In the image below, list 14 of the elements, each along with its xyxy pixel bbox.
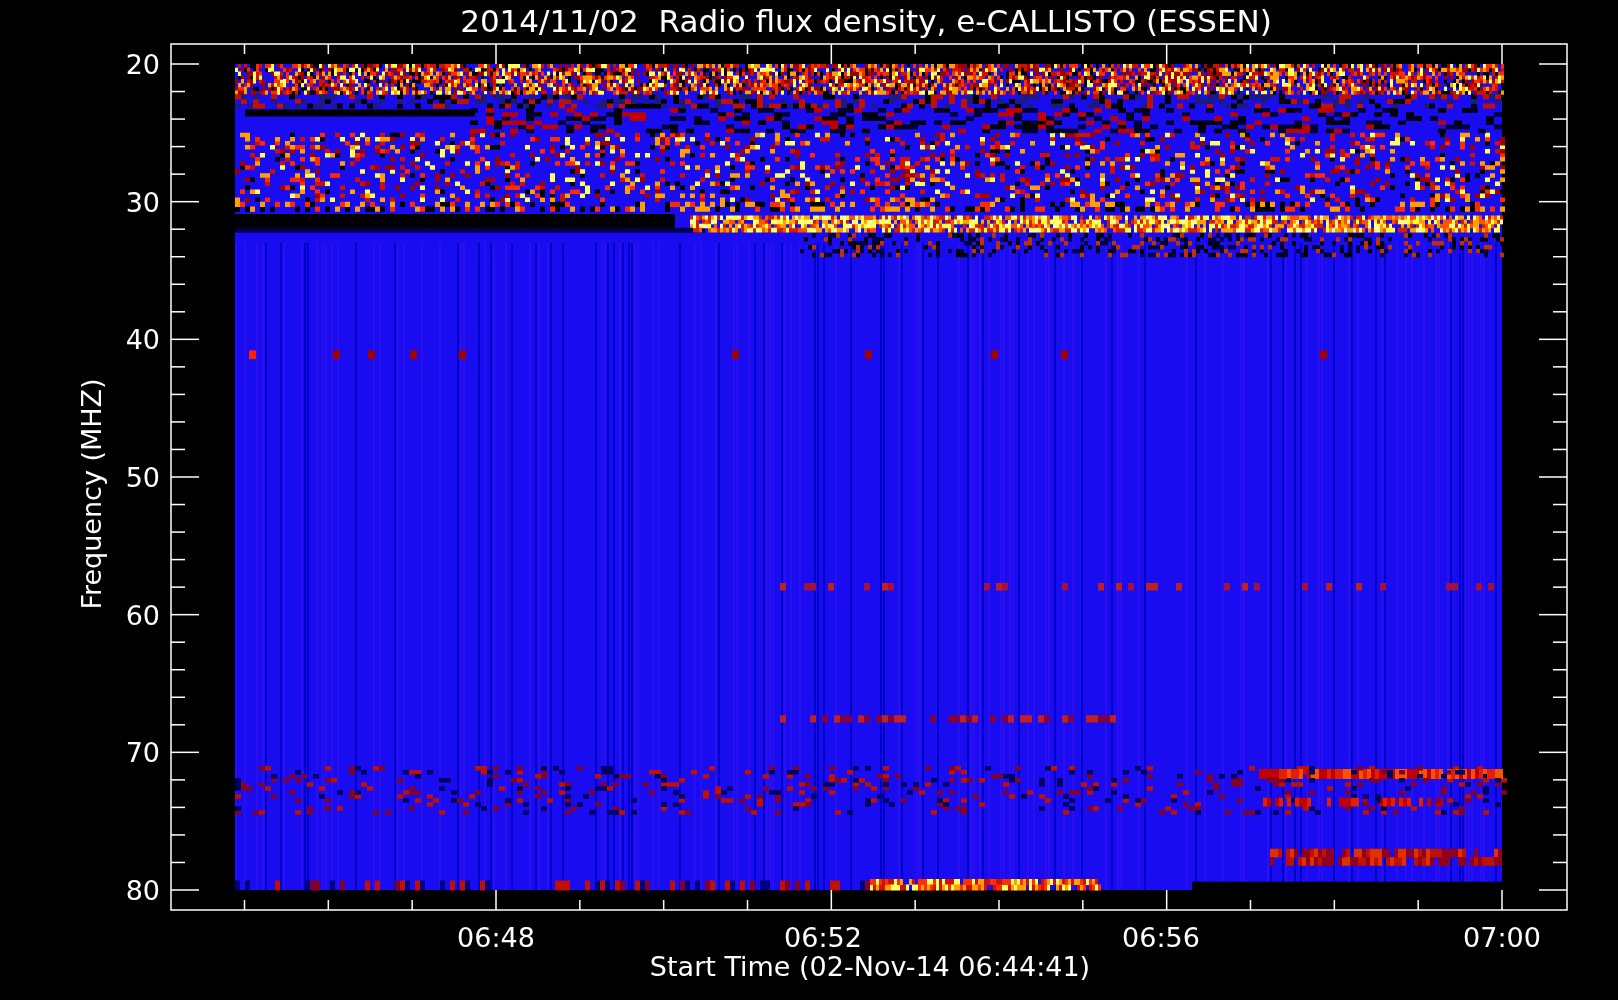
y-tick-label: 50 [125, 462, 160, 493]
x-tick-label: 06:48 [457, 922, 535, 953]
x-tick-label: 07:00 [1463, 922, 1541, 953]
chart-title: 2014/11/02 Radio flux density, e-CALLISTO (ESSEN) [460, 3, 1272, 39]
y-tick-label: 40 [125, 324, 160, 356]
y-tick-label: 30 [125, 186, 160, 218]
x-axis-label: Start Time (02-Nov-14 06:44:41) [649, 951, 1091, 982]
y-tick-label: 70 [125, 737, 160, 769]
x-tick-label: 06:56 [1122, 922, 1200, 953]
y-tick-label: 80 [125, 875, 160, 906]
y-tick-label: 20 [125, 49, 160, 80]
y-axis-label: Frequency (MHZ) [76, 378, 107, 610]
x-tick-label: 06:52 [784, 922, 862, 953]
y-tick-label: 60 [125, 599, 160, 631]
